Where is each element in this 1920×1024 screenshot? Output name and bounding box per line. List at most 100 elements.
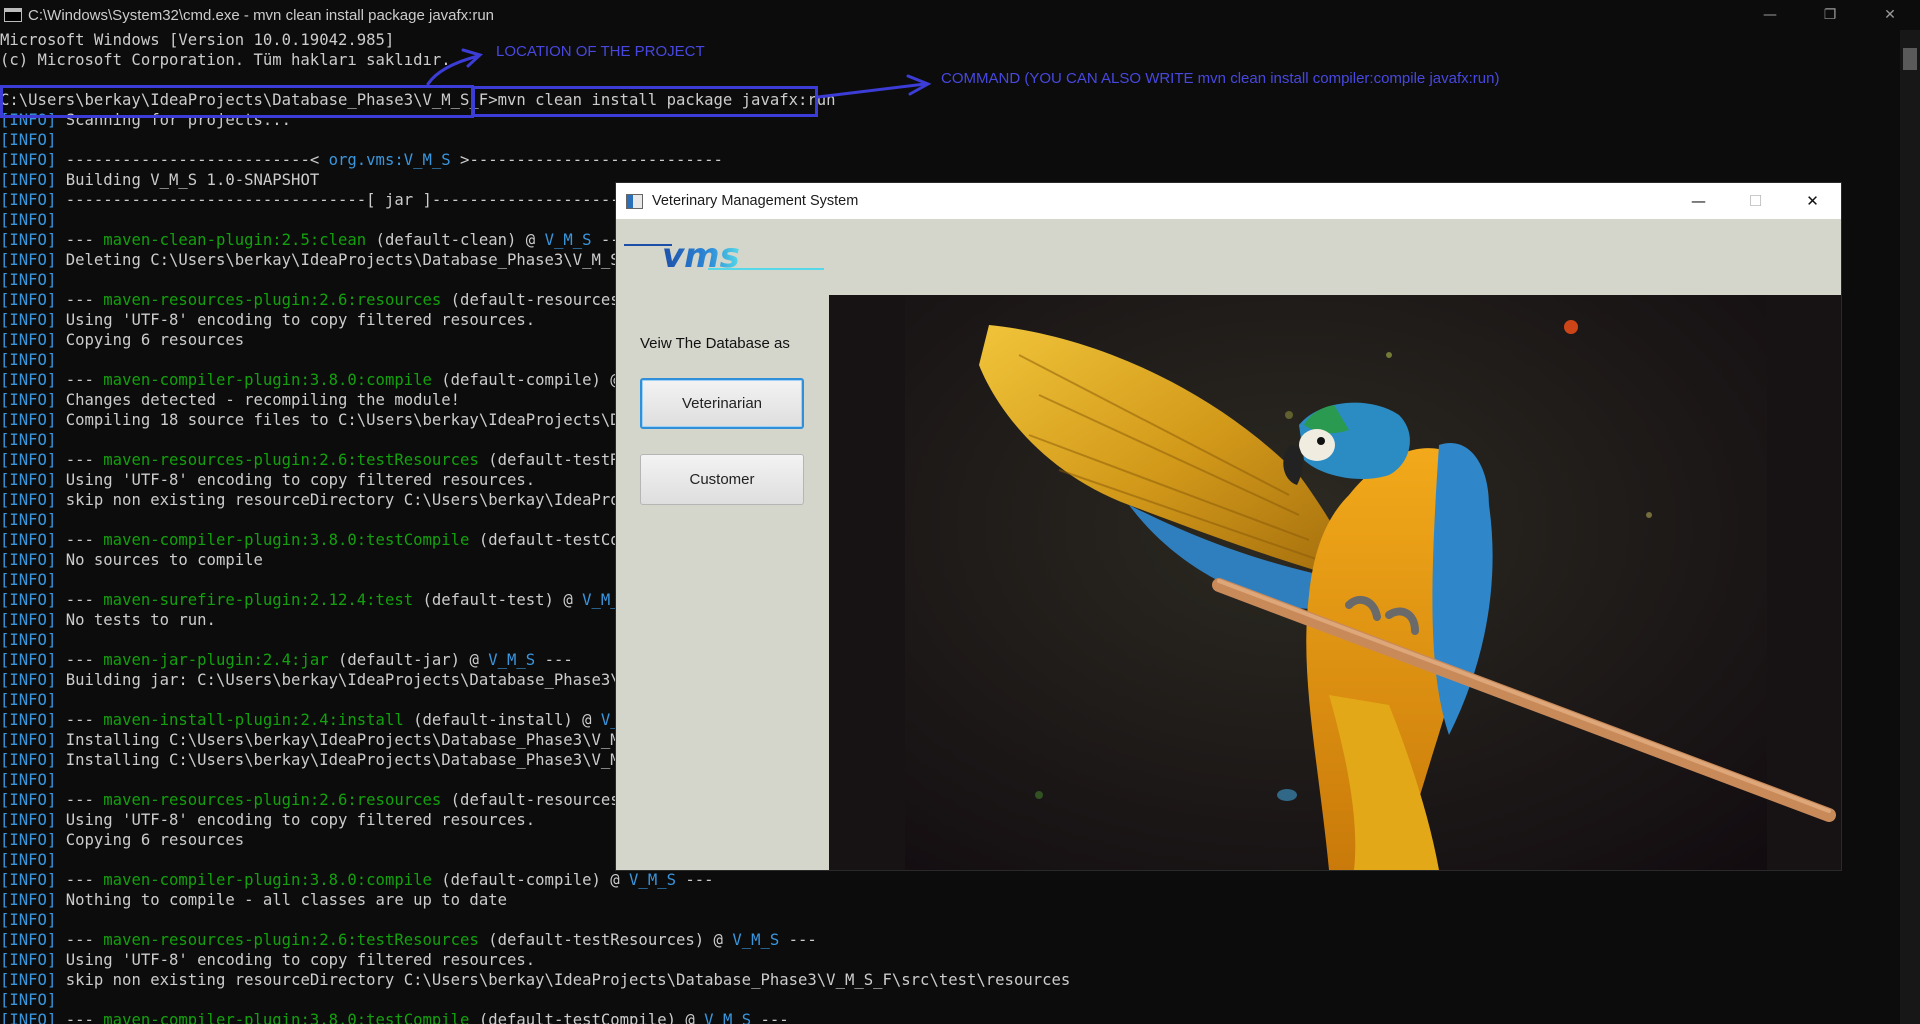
console-line: (c) Microsoft Corporation. Tüm hakları s…	[0, 50, 1900, 70]
log-level-tag: [INFO]	[0, 591, 57, 609]
console-line: [INFO] --- maven-compiler-plugin:3.8.0:t…	[0, 1010, 1900, 1024]
console-text: ---	[56, 711, 104, 729]
log-level-tag: [INFO]	[0, 271, 57, 289]
plugin-goal: maven-compiler-plugin:3.8.0:testCompile	[103, 1011, 470, 1024]
console-line: [INFO]	[0, 910, 1900, 930]
vms-window[interactable]: Veterinary Management System — ☐ ✕ vms V…	[616, 183, 1841, 870]
cmd-minimize-button[interactable]: —	[1740, 0, 1800, 30]
plugin-goal: maven-compiler-plugin:3.8.0:compile	[103, 371, 432, 389]
console-line: [INFO]	[0, 990, 1900, 1010]
cmd-titlebar[interactable]: C:\Windows\System32\cmd.exe - mvn clean …	[0, 0, 1920, 30]
plugin-goal: maven-surefire-plugin:2.12.4:test	[103, 591, 414, 609]
log-level-tag: [INFO]	[0, 171, 57, 189]
macaw-illustration	[829, 295, 1841, 870]
plugin-goal: maven-clean-plugin:2.5:clean	[103, 231, 367, 249]
log-level-tag: [INFO]	[0, 891, 57, 909]
console-text: (default-testCompile) @	[469, 1011, 705, 1024]
console-scrollbar[interactable]	[1900, 30, 1920, 1024]
console-text: Using 'UTF-8' encoding to copy filtered …	[56, 311, 536, 329]
console-text: (default-compile) @	[431, 871, 630, 889]
log-level-tag: [INFO]	[0, 511, 57, 529]
console-text: Deleting C:\Users\berkay\IdeaProjects\Da…	[56, 251, 705, 269]
console-line: [INFO] --------------------------< org.v…	[0, 150, 1900, 170]
console-text: (default-compile) @	[431, 371, 630, 389]
project-location-highlight	[0, 85, 474, 118]
console-text: ---	[676, 871, 714, 889]
cmd-restore-button[interactable]: ❐	[1800, 0, 1860, 30]
console-scrollbar-thumb[interactable]	[1903, 48, 1917, 70]
log-level-tag: [INFO]	[0, 191, 57, 209]
vms-minimize-button[interactable]: —	[1670, 183, 1727, 219]
console-text: ---	[535, 651, 573, 669]
log-level-tag: [INFO]	[0, 871, 57, 889]
console-line: [INFO] Using 'UTF-8' encoding to copy fi…	[0, 950, 1900, 970]
log-level-tag: [INFO]	[0, 131, 57, 149]
console-text: (c) Microsoft Corporation. Tüm hakları s…	[0, 51, 451, 69]
console-text: Changes detected - recompiling the modul…	[56, 391, 461, 409]
log-level-tag: [INFO]	[0, 251, 57, 269]
console-text: Microsoft Windows [Version 10.0.19042.98…	[0, 31, 395, 49]
log-level-tag: [INFO]	[0, 371, 57, 389]
console-text: skip non existing resourceDirectory C:\U…	[56, 971, 1071, 989]
vms-titlebar[interactable]: Veterinary Management System — ☐ ✕	[616, 183, 1841, 219]
log-level-tag: [INFO]	[0, 351, 57, 369]
plugin-goal: maven-compiler-plugin:3.8.0:compile	[103, 871, 432, 889]
log-level-tag: [INFO]	[0, 491, 57, 509]
console-text: ---	[56, 1011, 104, 1024]
console-text: ---	[56, 651, 104, 669]
log-level-tag: [INFO]	[0, 411, 57, 429]
console-text: ---	[56, 931, 104, 949]
log-level-tag: [INFO]	[0, 1011, 57, 1024]
console-text: ---	[56, 371, 104, 389]
console-text: No tests to run.	[56, 611, 216, 629]
console-text: >---------------------------	[450, 151, 723, 169]
customer-button[interactable]: Customer	[640, 454, 804, 505]
console-line: Microsoft Windows [Version 10.0.19042.98…	[0, 30, 1900, 50]
command-annotation: COMMAND (YOU CAN ALSO WRITE mvn clean in…	[941, 70, 1500, 87]
vms-close-button[interactable]: ✕	[1784, 183, 1841, 219]
log-level-tag: [INFO]	[0, 931, 57, 949]
log-level-tag: [INFO]	[0, 911, 57, 929]
console-text: Nothing to compile - all classes are up …	[56, 891, 507, 909]
console-text: ---	[56, 591, 104, 609]
artifact-id: org.vms:V_M_S	[328, 151, 451, 169]
console-text: ---	[56, 791, 104, 809]
log-level-tag: [INFO]	[0, 771, 57, 789]
console-text: Using 'UTF-8' encoding to copy filtered …	[56, 811, 536, 829]
plugin-goal: maven-install-plugin:2.4:install	[103, 711, 404, 729]
log-level-tag: [INFO]	[0, 851, 57, 869]
cmd-window-title: C:\Windows\System32\cmd.exe - mvn clean …	[28, 6, 495, 24]
log-level-tag: [INFO]	[0, 551, 57, 569]
console-text: ---	[56, 231, 104, 249]
vms-maximize-button[interactable]: ☐	[1727, 183, 1784, 219]
plugin-goal: maven-jar-plugin:2.4:jar	[103, 651, 329, 669]
veterinarian-button[interactable]: Veterinarian	[640, 378, 804, 429]
cmd-close-button[interactable]: ✕	[1860, 0, 1920, 30]
console-line: [INFO] Nothing to compile - all classes …	[0, 890, 1900, 910]
log-level-tag: [INFO]	[0, 711, 57, 729]
log-level-tag: [INFO]	[0, 331, 57, 349]
log-level-tag: [INFO]	[0, 311, 57, 329]
console-text: Building V_M_S 1.0-SNAPSHOT	[56, 171, 320, 189]
console-text: ---	[56, 451, 104, 469]
artifact-id: V_M_S	[704, 1011, 752, 1024]
console-text: Using 'UTF-8' encoding to copy filtered …	[56, 471, 536, 489]
log-level-tag: [INFO]	[0, 951, 57, 969]
log-level-tag: [INFO]	[0, 651, 57, 669]
console-line: [INFO] --- maven-compiler-plugin:3.8.0:c…	[0, 870, 1900, 890]
java-window-icon	[626, 193, 643, 209]
log-level-tag: [INFO]	[0, 431, 57, 449]
plugin-goal: maven-resources-plugin:2.6:resources	[103, 291, 442, 309]
vms-window-title: Veterinary Management System	[652, 193, 859, 209]
log-level-tag: [INFO]	[0, 571, 57, 589]
log-level-tag: [INFO]	[0, 831, 57, 849]
console-text: (default-test) @	[413, 591, 583, 609]
console-text: (default-clean) @	[366, 231, 545, 249]
location-annotation: LOCATION OF THE PROJECT	[496, 43, 705, 60]
console-text: (default-install) @	[403, 711, 601, 729]
artifact-id: V_M_S	[544, 231, 592, 249]
log-level-tag: [INFO]	[0, 791, 57, 809]
log-level-tag: [INFO]	[0, 971, 57, 989]
command-highlight	[472, 86, 818, 117]
log-level-tag: [INFO]	[0, 391, 57, 409]
